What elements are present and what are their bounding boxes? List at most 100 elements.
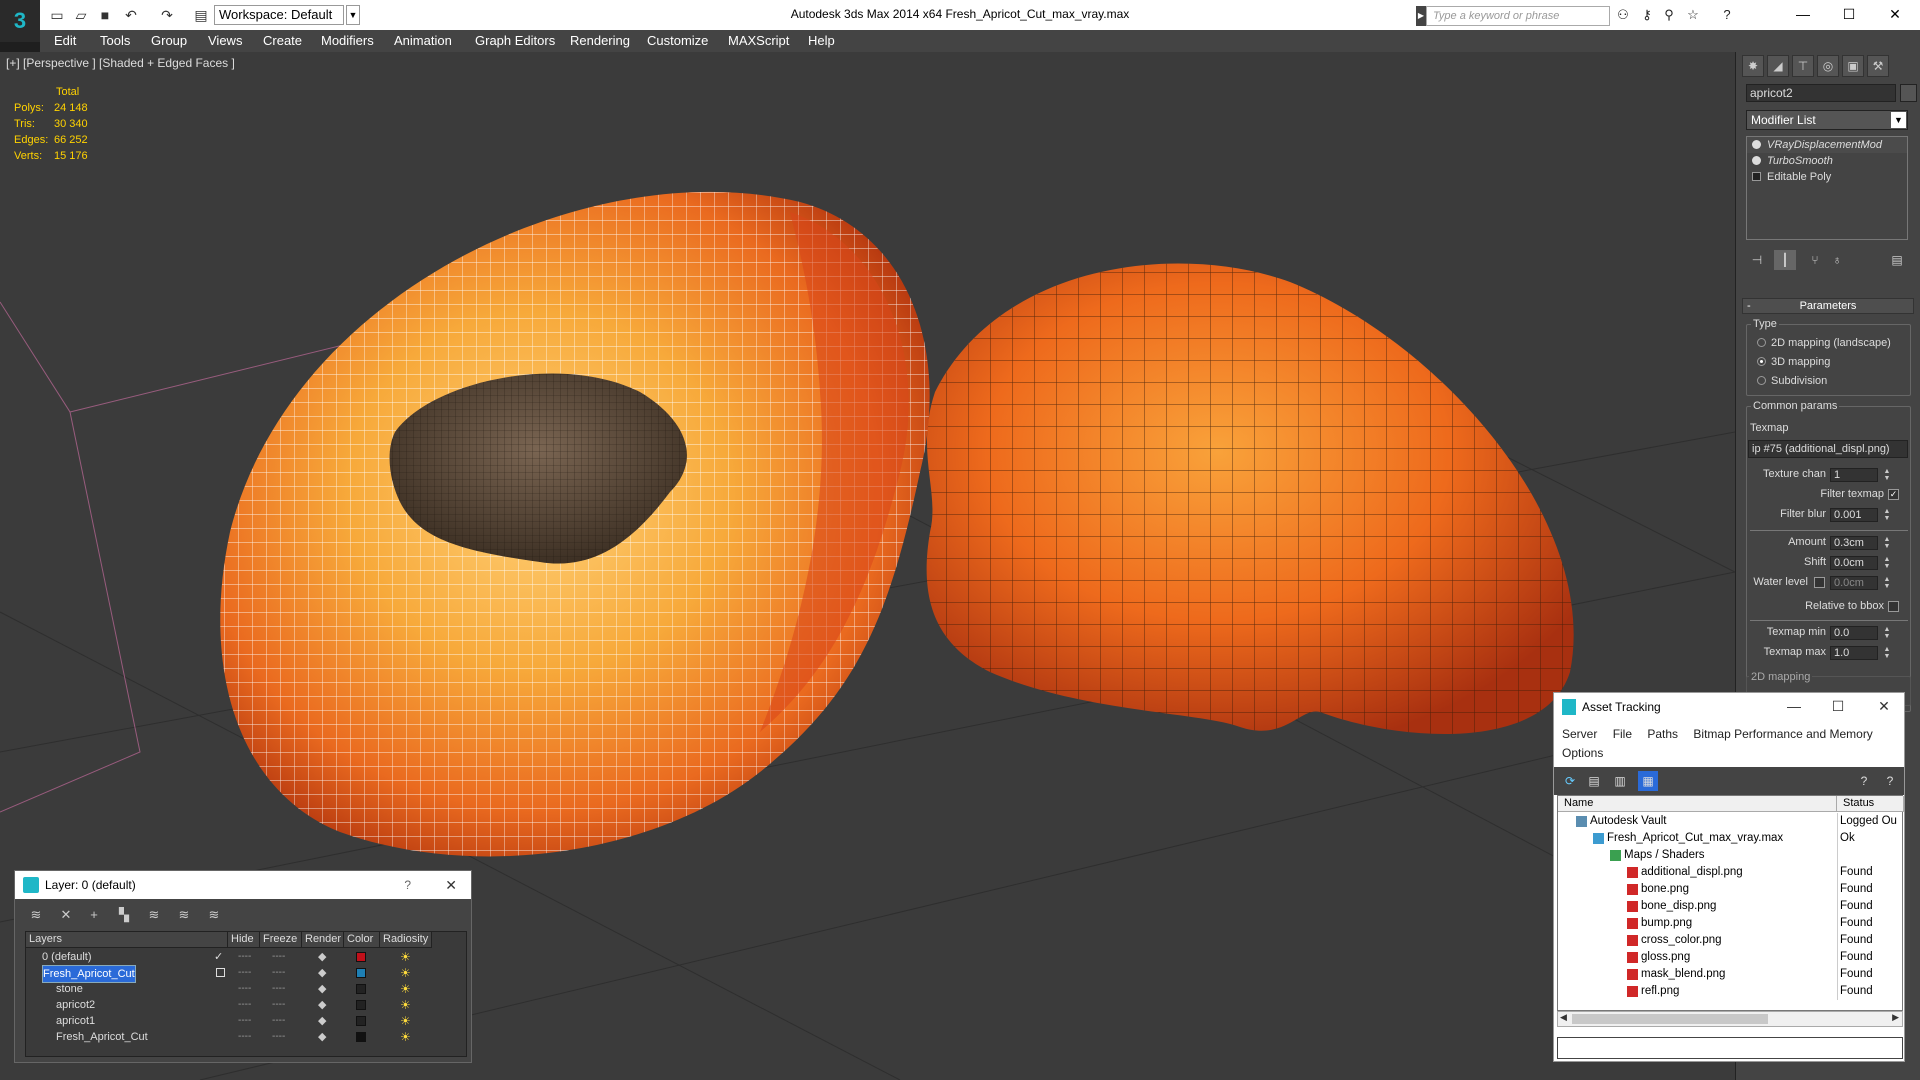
object-name-field[interactable]: apricot2 bbox=[1746, 84, 1896, 102]
render-teapot-icon[interactable]: ◆ bbox=[318, 1029, 326, 1045]
radio-2d-mapping[interactable]: 2D mapping (landscape) bbox=[1757, 337, 1891, 349]
layer-name[interactable]: Fresh_Apricot_Cut bbox=[56, 1029, 148, 1045]
menu-graph-editors[interactable]: Graph Editors bbox=[475, 33, 555, 48]
column-header-status[interactable]: Status bbox=[1837, 796, 1904, 812]
asset-row[interactable]: cross_color.png Found bbox=[1558, 932, 1904, 949]
thumbnail-view-icon[interactable]: ▥ bbox=[1610, 771, 1630, 791]
relative-bbox-checkbox[interactable] bbox=[1888, 601, 1899, 612]
asset-menu-server[interactable]: Server bbox=[1562, 727, 1597, 741]
texmap-min-spinner[interactable]: 0.0 bbox=[1830, 626, 1878, 640]
hide-toggle[interactable]: ---- bbox=[238, 1029, 251, 1045]
context-help-icon[interactable]: ? bbox=[1880, 771, 1900, 791]
asset-row[interactable]: refl.png Found bbox=[1558, 983, 1904, 1000]
water-level-spinner[interactable]: 0.0cm bbox=[1830, 576, 1878, 590]
motion-tab-icon[interactable]: ◎ bbox=[1817, 55, 1839, 77]
layer-row[interactable]: stone ---- ---- ◆ ☀ bbox=[26, 981, 468, 997]
spinner-arrows-icon[interactable]: ▲ ▼ bbox=[1883, 536, 1891, 550]
menu-animation[interactable]: Animation bbox=[394, 33, 452, 48]
hide-toggle[interactable]: ---- bbox=[238, 949, 251, 965]
asset-window-titlebar[interactable]: Asset Tracking — ☐ ✕ bbox=[1554, 693, 1904, 721]
spinner-arrows-icon[interactable]: ▲ ▼ bbox=[1883, 576, 1891, 590]
radio-3d-mapping[interactable]: 3D mapping bbox=[1757, 356, 1830, 368]
delete-layer-icon[interactable]: ✕ bbox=[55, 905, 77, 925]
asset-row[interactable]: bone.png Found bbox=[1558, 881, 1904, 898]
layer-color-swatch[interactable] bbox=[356, 1032, 366, 1042]
layer-color-swatch[interactable] bbox=[356, 1016, 366, 1026]
asset-row[interactable]: additional_displ.png Found bbox=[1558, 864, 1904, 881]
spinner-arrows-icon[interactable]: ▲ ▼ bbox=[1883, 626, 1891, 640]
radiosity-sun-icon[interactable]: ☀ bbox=[400, 997, 411, 1013]
create-layer-icon[interactable]: ≋ bbox=[25, 905, 47, 925]
column-header-hide[interactable]: Hide bbox=[228, 932, 260, 948]
apricot1-mesh[interactable] bbox=[926, 263, 1574, 735]
open-file-icon[interactable]: ▱ bbox=[72, 6, 90, 24]
freeze-toggle[interactable]: ---- bbox=[272, 1013, 285, 1029]
menu-rendering[interactable]: Rendering bbox=[570, 33, 630, 48]
freeze-toggle[interactable]: ---- bbox=[272, 965, 285, 981]
radio-subdivision[interactable]: Subdivision bbox=[1757, 375, 1827, 387]
freeze-all-layers-icon[interactable]: ≋ bbox=[203, 905, 225, 925]
layer-row[interactable]: apricot2 ---- ---- ◆ ☀ bbox=[26, 997, 468, 1013]
render-teapot-icon[interactable]: ◆ bbox=[318, 965, 326, 981]
utilities-tab-icon[interactable]: ⚒ bbox=[1867, 55, 1889, 77]
asset-menu-options[interactable]: Options bbox=[1562, 746, 1603, 760]
modifier-list-dropdown[interactable]: Modifier List bbox=[1746, 110, 1908, 130]
filter-texmap-checkbox[interactable]: ✓ bbox=[1888, 489, 1899, 500]
minimize-icon[interactable]: — bbox=[1780, 0, 1826, 30]
menu-create[interactable]: Create bbox=[263, 33, 302, 48]
menu-group[interactable]: Group bbox=[151, 33, 187, 48]
viewport-label[interactable]: [+] [Perspective ] [Shaded + Edged Faces… bbox=[6, 56, 235, 70]
layer-row[interactable]: 0 (default) ---- ---- ◆ ☀ ✓ bbox=[26, 949, 468, 965]
menu-customize[interactable]: Customize bbox=[647, 33, 708, 48]
texmap-button[interactable]: ip #75 (additional_displ.png) bbox=[1748, 440, 1908, 458]
chevron-down-icon[interactable]: ▼ bbox=[346, 5, 360, 25]
undo-icon[interactable]: ↶ bbox=[122, 6, 140, 24]
select-objects-icon[interactable]: ▚ bbox=[113, 905, 135, 925]
spinner-arrows-icon[interactable]: ▲ ▼ bbox=[1883, 508, 1891, 522]
texture-chan-spinner[interactable]: 1 bbox=[1830, 468, 1878, 482]
hide-toggle[interactable]: ---- bbox=[238, 997, 251, 1013]
menu-tools[interactable]: Tools bbox=[100, 33, 130, 48]
menu-maxscript[interactable]: MAXScript bbox=[728, 33, 789, 48]
hide-toggle[interactable]: ---- bbox=[238, 981, 251, 997]
render-teapot-icon[interactable]: ◆ bbox=[318, 1013, 326, 1029]
new-file-icon[interactable]: ▭ bbox=[48, 6, 66, 24]
hierarchy-tab-icon[interactable]: ⊤ bbox=[1792, 55, 1814, 77]
radiosity-sun-icon[interactable]: ☀ bbox=[400, 1029, 411, 1045]
column-header-layers[interactable]: Layers bbox=[26, 932, 228, 948]
freeze-toggle[interactable]: ---- bbox=[272, 981, 285, 997]
remove-modifier-icon[interactable]: ♁ bbox=[1826, 250, 1848, 270]
hide-toggle[interactable]: ---- bbox=[238, 1013, 251, 1029]
texmap-max-spinner[interactable]: 1.0 bbox=[1830, 646, 1878, 660]
layer-color-swatch[interactable] bbox=[356, 952, 366, 962]
spinner-arrows-icon[interactable]: ▲ ▼ bbox=[1883, 468, 1891, 482]
maximize-icon[interactable]: ☐ bbox=[1818, 693, 1858, 721]
lightbulb-icon[interactable] bbox=[1752, 156, 1761, 165]
column-header-color[interactable]: Color bbox=[344, 932, 380, 948]
close-icon[interactable]: ✕ bbox=[1872, 0, 1918, 30]
close-icon[interactable]: ✕ bbox=[445, 871, 457, 899]
asset-row[interactable]: bone_disp.png Found bbox=[1558, 898, 1904, 915]
save-file-icon[interactable]: ■ bbox=[96, 6, 114, 24]
render-teapot-icon[interactable]: ◆ bbox=[318, 981, 326, 997]
scrollbar-thumb[interactable] bbox=[1572, 1014, 1768, 1024]
list-view-icon[interactable]: ▤ bbox=[1584, 771, 1604, 791]
asset-menu-bitmap-performance[interactable]: Bitmap Performance and Memory bbox=[1693, 727, 1872, 741]
asset-row[interactable]: gloss.png Found bbox=[1558, 949, 1904, 966]
app-logo-button[interactable]: 3 bbox=[0, 0, 40, 42]
freeze-toggle[interactable]: ---- bbox=[272, 949, 285, 965]
spinner-arrows-icon[interactable]: ▲ ▼ bbox=[1883, 646, 1891, 660]
parameters-rollout-header[interactable]: - Parameters bbox=[1742, 298, 1914, 314]
asset-row[interactable]: Maps / Shaders bbox=[1558, 847, 1904, 864]
hide-all-layers-icon[interactable]: ≋ bbox=[173, 905, 195, 925]
spinner-arrows-icon[interactable]: ▲ ▼ bbox=[1883, 556, 1891, 570]
maximize-icon[interactable]: ☐ bbox=[1826, 0, 1872, 30]
freeze-toggle[interactable]: ---- bbox=[272, 1029, 285, 1045]
help-icon[interactable]: ? bbox=[1718, 7, 1736, 23]
horizontal-scrollbar[interactable]: ◀ ▶ bbox=[1557, 1011, 1903, 1027]
menu-views[interactable]: Views bbox=[208, 33, 242, 48]
redo-icon[interactable]: ↷ bbox=[158, 6, 176, 24]
key-icon[interactable]: ⚷ bbox=[1638, 7, 1656, 23]
asset-row[interactable]: mask_blend.png Found bbox=[1558, 966, 1904, 983]
column-header-render[interactable]: Render bbox=[302, 932, 344, 948]
